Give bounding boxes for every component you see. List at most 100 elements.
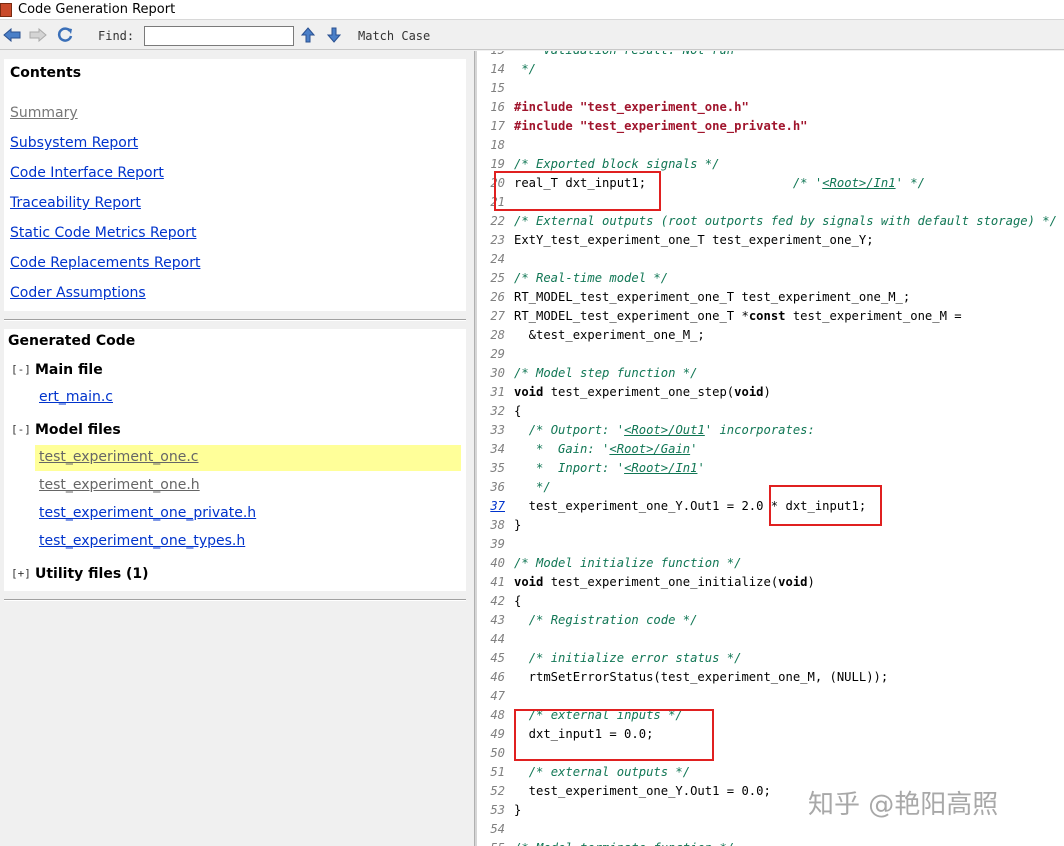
code-line: 40 /* Model initialize function */ <box>477 554 1064 573</box>
arrow-up-icon[interactable] <box>298 26 318 44</box>
line-number: 30 <box>490 366 505 380</box>
utility-files-heading[interactable]: Utility files (1) <box>35 566 149 582</box>
code-text: /* Registration code */ <box>528 613 698 627</box>
code-line: 29 <box>477 345 1064 364</box>
line-number: 28 <box>490 328 505 342</box>
arrow-down-icon[interactable] <box>324 26 344 44</box>
app-icon <box>0 2 12 17</box>
code-line: 54 <box>477 820 1064 839</box>
line-number: 50 <box>490 746 505 760</box>
toolbar: Find: Match Case <box>0 20 1064 50</box>
line-number: 44 <box>490 632 505 646</box>
line-number: 35 <box>490 461 505 475</box>
line-number: 23 <box>490 233 505 247</box>
line-number: 43 <box>490 613 505 627</box>
panel-divider <box>4 319 466 321</box>
utility-files-toggle[interactable]: [+] <box>11 567 31 580</box>
code-line: 28 &test_experiment_one_M_; <box>477 326 1064 345</box>
nav-link-summary[interactable]: Summary <box>10 105 78 121</box>
code-text: test_experiment_one_Y.Out1 = 0.0; <box>514 784 771 798</box>
code-line: 25 /* Real-time model */ <box>477 269 1064 288</box>
generated-code-heading: Generated Code <box>8 333 136 349</box>
nav-link-code-interface-report[interactable]: Code Interface Report <box>10 165 164 181</box>
arrow-right-icon[interactable] <box>28 26 48 44</box>
nav-link-traceability-report[interactable]: Traceability Report <box>10 195 141 211</box>
line-number: 15 <box>490 81 505 95</box>
nav-link-subsystem-report[interactable]: Subsystem Report <box>10 135 138 151</box>
match-case-toggle[interactable]: Match Case <box>358 29 430 43</box>
highlight-box <box>514 709 714 761</box>
nav-link-coder-assumptions[interactable]: Coder Assumptions <box>10 285 146 301</box>
code-text: } <box>514 803 522 817</box>
line-number: 55 <box>477 839 505 846</box>
file-link-test-experiment-one-c[interactable]: test_experiment_one.c <box>39 449 199 465</box>
nav-link-code-replacements[interactable]: Code Replacements Report <box>10 255 200 271</box>
code-line: 24 <box>477 250 1064 269</box>
arrow-left-icon[interactable] <box>2 26 22 44</box>
line-number: 49 <box>490 727 505 741</box>
code-line: 43 /* Registration code */ <box>477 611 1064 630</box>
line-number: 33 <box>490 423 505 437</box>
code-line: 16 #include "test_experiment_one.h" <box>477 98 1064 117</box>
line-number[interactable]: 37 <box>477 497 505 516</box>
file-link-test-experiment-one-h[interactable]: test_experiment_one.h <box>39 477 200 493</box>
code-text: ExtY_test_experiment_one_T test_experime… <box>514 233 874 247</box>
line-number: 15 <box>477 51 505 60</box>
code-line: 34 * Gain: '<Root>/Gain' <box>477 440 1064 459</box>
nav-link-static-code-metrics[interactable]: Static Code Metrics Report <box>10 225 196 241</box>
line-number: 42 <box>490 594 505 608</box>
code-text: rtmSetErrorStatus(test_experiment_one_M,… <box>514 670 889 684</box>
model-files-toggle[interactable]: [-] <box>11 423 31 436</box>
file-link-types-h[interactable]: test_experiment_one_types.h <box>39 533 245 549</box>
line-number: 38 <box>490 518 505 532</box>
code-line: 22 /* External outputs (root outports fed… <box>477 212 1064 231</box>
panel-divider-bottom <box>4 599 466 601</box>
code-text: */ <box>514 62 537 76</box>
line-number: 53 <box>490 803 505 817</box>
title-bar: Code Generation Report <box>0 0 1064 20</box>
code-text: #include "test_experiment_one_private.h" <box>514 119 808 133</box>
main-file-toggle[interactable]: [-] <box>11 363 31 376</box>
main-file-heading: Main file <box>35 362 103 378</box>
code-line: 23 ExtY_test_experiment_one_T test_experi… <box>477 231 1064 250</box>
line-number: 31 <box>490 385 505 399</box>
line-number: 40 <box>490 556 505 570</box>
refresh-icon[interactable] <box>55 26 75 44</box>
line-number: 54 <box>490 822 505 836</box>
code-line: 41 void test_experiment_one_initialize(vo… <box>477 573 1064 592</box>
generated-code-panel: Generated Code [-] Main file ert_main.c … <box>4 329 466 591</box>
contents-heading: Contents <box>10 65 82 81</box>
find-label: Find: <box>98 29 135 43</box>
line-number: 26 <box>490 290 505 304</box>
code-text: /* external outputs */ <box>528 765 691 779</box>
code-text: { <box>514 404 522 418</box>
code-text: { <box>514 594 522 608</box>
code-text: RT_MODEL_test_experiment_one_T test_expe… <box>514 290 911 304</box>
code-text: &test_experiment_one_M_; <box>514 328 705 342</box>
code-line: 27 RT_MODEL_test_experiment_one_T *const … <box>477 307 1064 326</box>
code-text: * Gain: '<Root>/Gain' <box>528 442 698 456</box>
code-text: void test_experiment_one_initialize(void… <box>514 575 815 589</box>
code-line: 30 /* Model step function */ <box>477 364 1064 383</box>
code-text: /* initialize error status */ <box>528 651 742 665</box>
code-text: /* Outport: '<Root>/Out1' incorporates: <box>528 423 815 437</box>
line-number: 22 <box>490 214 505 228</box>
code-text: */ <box>528 480 551 494</box>
contents-panel: Contents Summary Subsystem Report Code I… <box>4 59 466 311</box>
code-line: 44 <box>477 630 1064 649</box>
code-line: 45 /* initialize error status */ <box>477 649 1064 668</box>
line-number: 36 <box>490 480 505 494</box>
code-text: /* Real-time model */ <box>514 271 669 285</box>
find-input[interactable] <box>144 26 294 46</box>
line-number: 51 <box>490 765 505 779</box>
line-number: 46 <box>490 670 505 684</box>
highlight-box <box>494 171 661 211</box>
code-line: 17 #include "test_experiment_one_private.… <box>477 117 1064 136</box>
file-link-private-h[interactable]: test_experiment_one_private.h <box>39 505 256 521</box>
line-number: 34 <box>490 442 505 456</box>
code-line: 55 /* Model terminate function */ <box>477 839 1064 846</box>
line-number: 29 <box>490 347 505 361</box>
code-line: 31 void test_experiment_one_step(void) <box>477 383 1064 402</box>
line-number: 18 <box>490 138 505 152</box>
file-link-ert-main[interactable]: ert_main.c <box>39 389 113 405</box>
